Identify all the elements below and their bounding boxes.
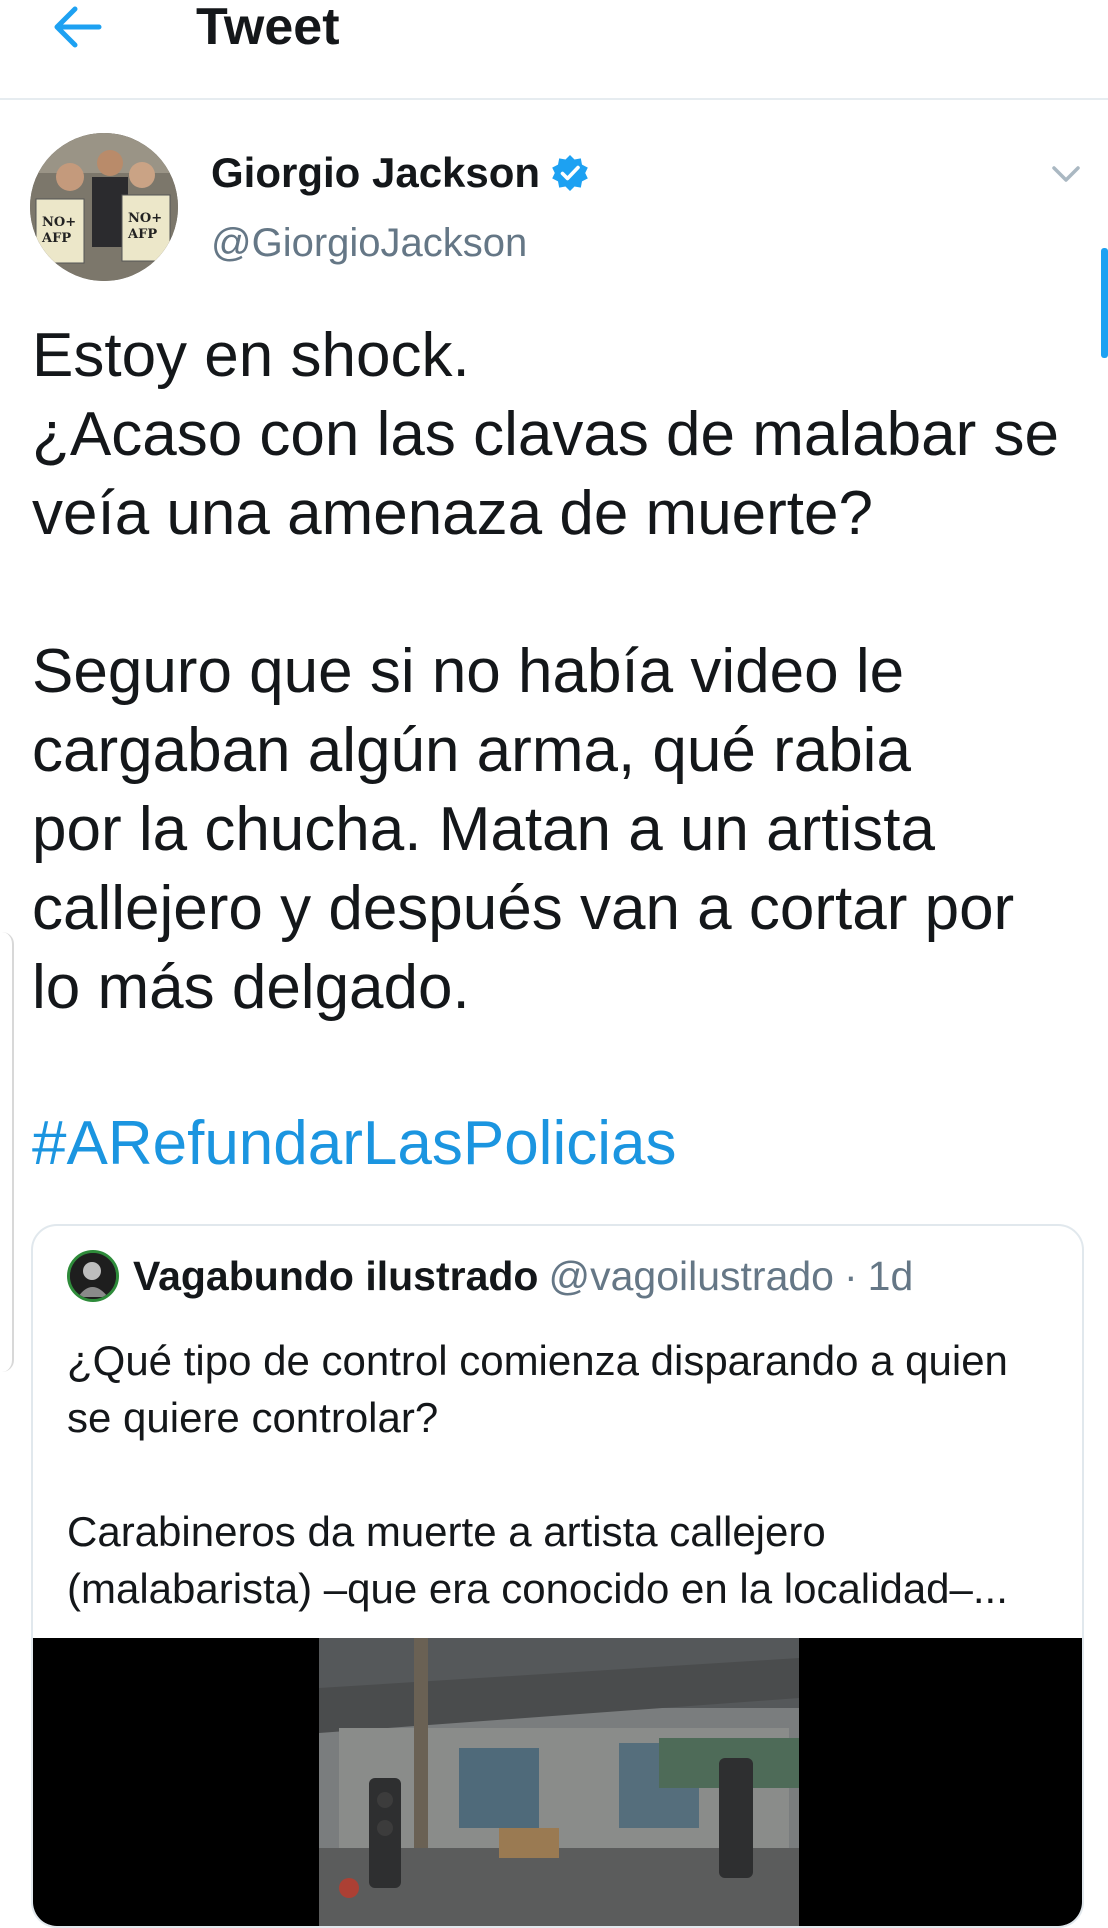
quoted-author-handle[interactable]: @vagoilustrado bbox=[548, 1248, 834, 1304]
more-options-button[interactable] bbox=[1048, 156, 1084, 192]
tweet-line: por la chucha. Matan a un artista bbox=[32, 795, 935, 864]
tweet-line: cargaban algún arma, qué rabia bbox=[32, 716, 911, 785]
street-scene-image bbox=[319, 1638, 799, 1926]
quoted-line: (malabarista) –que era conocido en la lo… bbox=[67, 1565, 1008, 1612]
avatar-photo: NO+ AFP NO+ AFP bbox=[30, 133, 178, 281]
quoted-video-thumbnail[interactable] bbox=[33, 1638, 1082, 1926]
tweet-line: Seguro que si no había video le bbox=[32, 637, 905, 706]
svg-text:NO+: NO+ bbox=[128, 211, 162, 226]
quoted-timestamp[interactable]: 1d bbox=[868, 1248, 914, 1304]
separator-dot: · bbox=[843, 1253, 858, 1299]
quoted-tweet-header: Vagabundo ilustrado @vagoilustrado · 1d bbox=[67, 1248, 913, 1304]
quoted-author-name[interactable]: Vagabundo ilustrado bbox=[133, 1248, 538, 1304]
page-title: Tweet bbox=[196, 0, 340, 56]
hashtag-link[interactable]: #ARefundarLasPolicias bbox=[32, 1104, 677, 1183]
tweet-text: Estoy en shock. ¿Acaso con las clavas de… bbox=[32, 316, 1082, 1027]
chevron-down-icon bbox=[1052, 166, 1080, 182]
video-frame bbox=[319, 1638, 799, 1926]
tweet-line: lo más delgado. bbox=[32, 953, 470, 1022]
scrollbar[interactable] bbox=[1101, 248, 1108, 358]
author-name[interactable]: Giorgio Jackson bbox=[211, 148, 540, 198]
edge-handle bbox=[0, 932, 14, 1372]
quoted-avatar-photo bbox=[70, 1253, 116, 1299]
back-button[interactable] bbox=[42, 0, 112, 54]
verified-badge-icon bbox=[552, 155, 588, 191]
author-avatar[interactable]: NO+ AFP NO+ AFP bbox=[30, 133, 178, 281]
svg-text:NO+: NO+ bbox=[42, 215, 76, 230]
quoted-line: se quiere controlar? bbox=[67, 1394, 439, 1441]
author-name-row[interactable]: Giorgio Jackson bbox=[211, 148, 590, 198]
quoted-line: ¿Qué tipo de control comienza disparando… bbox=[67, 1337, 1008, 1384]
top-bar: Tweet bbox=[0, 0, 1108, 100]
arrow-left-icon bbox=[54, 6, 102, 48]
tweet-line: Estoy en shock. bbox=[32, 321, 470, 390]
quoted-line: Carabineros da muerte a artista callejer… bbox=[67, 1508, 826, 1555]
tweet-line: veía una amenaza de muerte? bbox=[32, 479, 873, 548]
quoted-tweet-card[interactable]: Vagabundo ilustrado @vagoilustrado · 1d … bbox=[31, 1224, 1084, 1928]
quoted-author-avatar[interactable] bbox=[67, 1250, 119, 1302]
author-handle[interactable]: @GiorgioJackson bbox=[211, 218, 527, 268]
svg-text:AFP: AFP bbox=[41, 231, 71, 246]
svg-text:AFP: AFP bbox=[127, 227, 157, 242]
tweet-line: ¿Acaso con las clavas de malabar se bbox=[32, 400, 1059, 469]
quoted-tweet-text: ¿Qué tipo de control comienza disparando… bbox=[67, 1332, 1057, 1617]
tweet-line: callejero y después van a cortar por bbox=[32, 874, 1015, 943]
